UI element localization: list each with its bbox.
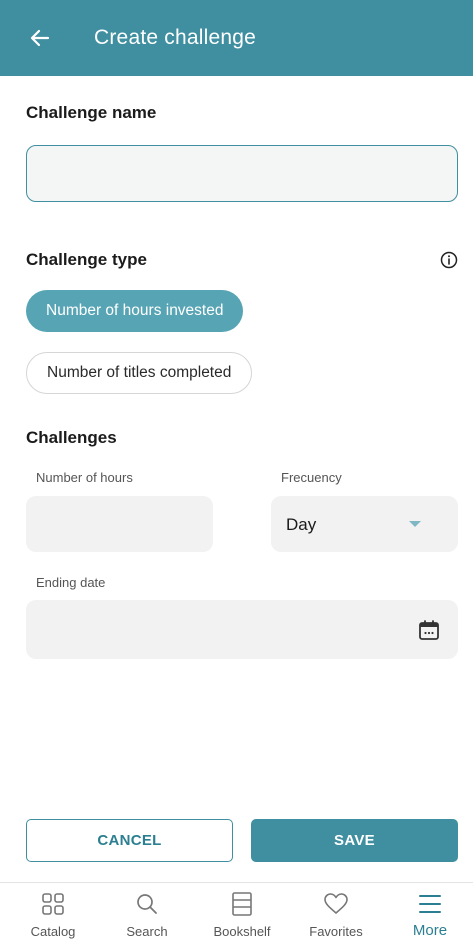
app-bar: Create challenge	[0, 0, 473, 76]
ending-date-label: Ending date	[36, 575, 106, 590]
search-icon	[137, 894, 157, 914]
chip-titles-completed[interactable]: Number of titles completed	[26, 352, 253, 394]
nav-item-bookshelf[interactable]: Bookshelf	[197, 883, 287, 943]
nav-item-label: Bookshelf	[213, 924, 271, 939]
nav-item-search[interactable]: Search	[102, 883, 192, 943]
save-button[interactable]: SAVE	[251, 819, 458, 862]
chip-hours-invested[interactable]: Number of hours invested	[26, 290, 244, 332]
nav-item-label: More	[412, 922, 448, 939]
hours-label: Number of hours	[36, 470, 133, 485]
bottom-navigation: Catalog Search Bookshelf Favorites More	[0, 882, 473, 943]
chip-hours-invested-label: Number of hours invested	[46, 302, 224, 319]
back-button[interactable]	[24, 22, 56, 54]
calendar-icon[interactable]	[418, 619, 440, 641]
ending-date-input[interactable]	[26, 600, 458, 659]
frequency-value: Day	[286, 515, 317, 534]
nav-item-label: Catalog	[30, 924, 76, 939]
nav-item-catalog[interactable]: Catalog	[8, 883, 98, 943]
nav-item-favorites[interactable]: Favorites	[291, 883, 381, 943]
nav-item-label: Search	[126, 924, 168, 939]
challenge-name-input[interactable]	[26, 145, 458, 202]
chip-titles-completed-label: Number of titles completed	[47, 364, 232, 381]
grid-icon	[42, 893, 64, 915]
info-icon[interactable]	[440, 251, 458, 269]
challenge-type-label: Challenge type	[26, 250, 147, 269]
challenges-label: Challenges	[26, 428, 117, 447]
menu-icon	[419, 895, 441, 913]
heart-icon	[324, 893, 348, 914]
nav-item-label: Favorites	[309, 924, 363, 939]
challenge-name-label: Challenge name	[26, 103, 157, 122]
cancel-button[interactable]: CANCEL	[26, 819, 233, 862]
chevron-down-icon	[409, 521, 421, 527]
page-title: Create challenge	[94, 26, 256, 49]
bookshelf-icon	[232, 892, 252, 916]
frequency-label: Frecuency	[281, 470, 342, 485]
hours-input[interactable]	[26, 496, 213, 552]
nav-item-more[interactable]: More	[385, 883, 473, 943]
arrow-left-icon	[30, 29, 50, 47]
